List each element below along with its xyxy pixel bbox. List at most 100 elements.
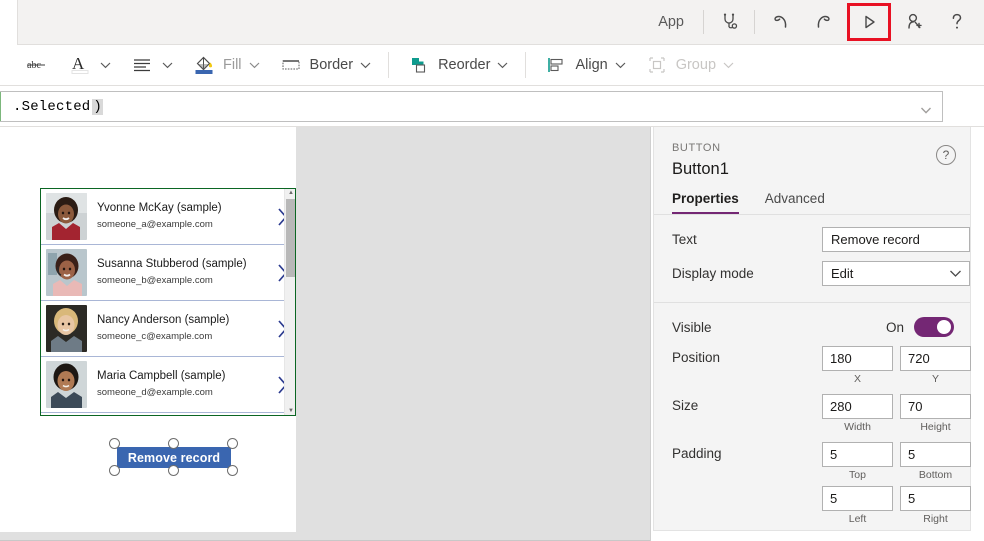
tab-advanced[interactable]: Advanced [765, 191, 825, 215]
position-row: Position 180 X 720 Y [672, 346, 954, 390]
position-x-sublabel: X [822, 371, 893, 388]
power-apps-studio: App [0, 0, 984, 541]
command-divider-2 [754, 10, 755, 34]
padding-top-sublabel: Top [822, 467, 893, 484]
play-preview-button[interactable] [847, 3, 891, 41]
help-icon[interactable] [936, 0, 978, 44]
app-screen[interactable]: Yvonne McKay (sample) someone_a@example.… [40, 166, 296, 532]
app-menu-label[interactable]: App [644, 14, 698, 30]
resize-handle-top-right[interactable] [227, 438, 238, 449]
visible-row: Visible On [672, 317, 954, 337]
padding-bottom-input[interactable]: 5 [900, 442, 971, 467]
size-width-input[interactable]: 280 [822, 394, 893, 419]
size-width-sublabel: Width [822, 419, 893, 436]
command-divider-1 [703, 10, 704, 34]
padding-row: Padding 5 Top 5 Bottom [672, 442, 954, 530]
strikethrough-abc-icon: abc [23, 51, 49, 79]
position-y-sublabel: Y [900, 371, 971, 388]
gallery-scrollbar[interactable]: ▲ ▼ [284, 189, 295, 415]
padding-right-input[interactable]: 5 [900, 486, 971, 511]
formula-text: .Selected ) [1, 99, 103, 115]
question-circle-icon[interactable]: ? [936, 145, 956, 165]
align-text-icon [129, 51, 155, 79]
properties-basic-section: Text Remove record Display mode Edit [654, 215, 970, 302]
control-kind-label: BUTTON [672, 141, 952, 155]
formula-bar: .Selected ) [0, 86, 984, 127]
visible-toggle[interactable] [914, 317, 954, 337]
table-row[interactable]: Nancy Anderson (sample) someone_c@exampl… [41, 301, 295, 357]
row-text: Susanna Stubberod (sample) someone_b@exa… [87, 257, 269, 288]
display-mode-row: Display mode Edit [672, 261, 954, 286]
formula-input[interactable]: .Selected ) [0, 91, 943, 122]
text-property-label: Text [672, 232, 822, 247]
row-name: Nancy Anderson (sample) [97, 313, 269, 328]
chevron-down-icon [723, 57, 734, 73]
size-height-input[interactable]: 70 [900, 394, 971, 419]
scroll-down-arrow-icon[interactable]: ▼ [288, 408, 294, 414]
app-checker-icon[interactable] [709, 0, 749, 44]
font-color-swatch [72, 70, 89, 74]
table-row[interactable]: Maria Campbell (sample) someone_d@exampl… [41, 357, 295, 413]
resize-handle-bottom-right[interactable] [227, 465, 238, 476]
position-x-input[interactable]: 180 [822, 346, 893, 371]
fill-button[interactable]: Fill [182, 46, 269, 84]
redo-icon[interactable] [802, 0, 844, 44]
avatar [46, 193, 87, 240]
row-email: someone_c@example.com [97, 330, 269, 344]
share-user-icon[interactable] [894, 0, 936, 44]
group-label: Group [676, 58, 716, 73]
resize-handle-top-left[interactable] [109, 438, 120, 449]
formula-expression: .Selected [13, 99, 90, 115]
canvas-area[interactable]: Yvonne McKay (sample) someone_a@example.… [0, 127, 651, 541]
gallery-control[interactable]: Yvonne McKay (sample) someone_a@example.… [40, 188, 296, 416]
table-row[interactable]: Susanna Stubberod (sample) someone_b@exa… [41, 245, 295, 301]
row-email: someone_b@example.com [97, 274, 269, 288]
chevron-down-icon [360, 57, 371, 73]
padding-left-sublabel: Left [822, 511, 893, 528]
resize-handle-bottom-left[interactable] [109, 465, 120, 476]
avatar [46, 361, 87, 408]
resize-handle-top-center[interactable] [168, 438, 179, 449]
font-color-button[interactable]: A [58, 46, 120, 84]
text-property-input[interactable]: Remove record [822, 227, 970, 252]
scroll-up-arrow-icon[interactable]: ▲ [288, 190, 294, 196]
fill-label: Fill [223, 58, 242, 73]
chevron-down-icon [615, 57, 626, 73]
position-label: Position [672, 346, 822, 365]
toggle-knob [937, 320, 951, 334]
fill-bucket-icon [191, 51, 217, 79]
group-button[interactable]: Group [635, 46, 743, 84]
tab-properties[interactable]: Properties [672, 191, 739, 215]
strikethrough-button[interactable]: abc [14, 46, 58, 84]
padding-left-input[interactable]: 5 [822, 486, 893, 511]
border-icon [278, 51, 304, 79]
format-toolbar: abc A [0, 45, 984, 86]
padding-top-input[interactable]: 5 [822, 442, 893, 467]
align-label: Align [575, 58, 607, 73]
expand-formula-chevron-icon[interactable] [920, 102, 932, 120]
font-color-icon: A [67, 51, 93, 79]
text-align-button[interactable] [120, 46, 182, 84]
canvas-surface[interactable]: Yvonne McKay (sample) someone_a@example.… [0, 127, 296, 532]
chevron-down-icon [100, 57, 111, 73]
scrollbar-thumb[interactable] [286, 199, 295, 277]
border-button[interactable]: Border [269, 46, 381, 84]
visible-label: Visible [672, 320, 822, 335]
padding-label: Padding [672, 442, 822, 461]
row-email: someone_d@example.com [97, 386, 269, 400]
reorder-button[interactable]: Reorder [397, 46, 517, 84]
undo-icon[interactable] [760, 0, 802, 44]
visible-state-label: On [886, 320, 904, 335]
resize-handle-bottom-center[interactable] [168, 465, 179, 476]
row-email: someone_a@example.com [97, 218, 269, 232]
align-button[interactable]: Align [534, 46, 634, 84]
formula-validity-indicator [0, 92, 1, 121]
size-row: Size 280 Width 70 Height [672, 394, 954, 438]
padding-bottom-sublabel: Bottom [900, 467, 971, 484]
display-mode-select[interactable]: Edit [822, 261, 970, 286]
row-text: Yvonne McKay (sample) someone_a@example.… [87, 201, 269, 232]
position-y-input[interactable]: 720 [900, 346, 971, 371]
table-row[interactable]: Yvonne McKay (sample) someone_a@example.… [41, 189, 295, 245]
properties-layout-section: Visible On Position 180 X [654, 302, 970, 541]
selected-button-wrapper[interactable]: Remove record [109, 438, 239, 476]
